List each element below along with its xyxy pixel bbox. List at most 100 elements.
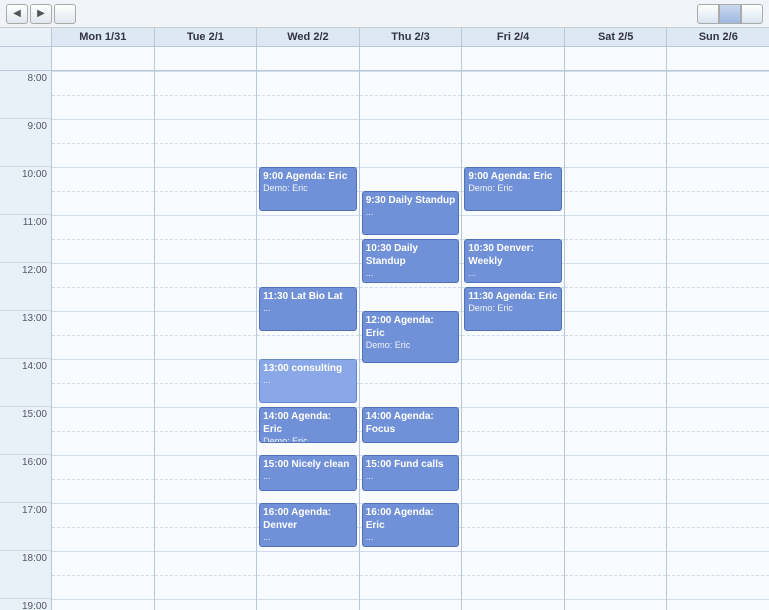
half-hour-line-1-3 [155,239,257,240]
allday-cell-3 [360,47,463,70]
hour-line-3-11 [360,599,462,600]
hour-line-1-3 [155,215,257,216]
event-time-title-2-8: 13:00 consulting [263,362,353,375]
event-3-12[interactable]: 15:00 Fund calls... [362,455,460,491]
view-switcher [697,4,763,24]
half-hour-line-5-2 [565,191,667,192]
hour-line-4-10 [462,551,564,552]
event-sub-4-1: Demo: Eric [468,183,558,195]
prev-button[interactable]: ◀ [6,4,28,24]
half-hour-line-0-2 [52,191,154,192]
event-sub-3-3: ... [366,268,456,280]
hour-line-2-4 [257,263,359,264]
event-2-0[interactable]: 9:00 Agenda: EricDemo: Eric [259,167,357,211]
hour-line-1-6 [155,359,257,360]
hour-line-1-10 [155,551,257,552]
half-hour-line-4-0 [462,95,564,96]
day-columns: 9:00 Agenda: EricDemo: Eric11:30 Lat Bio… [52,71,769,610]
hour-line-3-0 [360,71,462,72]
time-label-17:00: 17:00 [0,503,51,551]
event-3-7[interactable]: 12:00 Agenda: EricDemo: Eric [362,311,460,363]
day-col-0 [52,71,155,610]
next-button[interactable]: ▶ [30,4,52,24]
day-col-2: 9:00 Agenda: EricDemo: Eric11:30 Lat Bio… [257,71,360,610]
time-label-16:00: 16:00 [0,455,51,503]
allday-row [0,47,769,71]
event-sub-3-7: Demo: Eric [366,340,456,352]
time-labels: 8:009:0010:0011:0012:0013:0014:0015:0016… [0,71,52,610]
half-hour-line-6-7 [667,431,769,432]
nav-controls: ◀ ▶ [6,4,76,24]
event-3-2[interactable]: 9:30 Daily Standup... [362,191,460,235]
event-sub-2-9: Demo: Eric [263,436,353,443]
event-2-8[interactable]: 13:00 consulting... [259,359,357,403]
half-hour-line-0-9 [52,527,154,528]
event-2-9[interactable]: 14:00 Agenda: EricDemo: Eric [259,407,357,443]
hour-line-0-2 [52,167,154,168]
half-hour-line-5-3 [565,239,667,240]
half-hour-line-5-5 [565,335,667,336]
hour-line-4-8 [462,455,564,456]
event-sub-3-14: ... [366,532,456,544]
hour-line-6-6 [667,359,769,360]
event-time-title-3-3: 10:30 Daily Standup [366,242,456,268]
hour-line-0-7 [52,407,154,408]
hour-line-6-11 [667,599,769,600]
half-hour-line-6-5 [667,335,769,336]
hour-line-0-6 [52,359,154,360]
event-2-13[interactable]: 16:00 Agenda: Denver... [259,503,357,547]
event-time-title-2-9: 14:00 Agenda: Eric [263,410,353,436]
time-label-13:00: 13:00 [0,311,51,359]
time-label-18:00: 18:00 [0,551,51,599]
event-4-1[interactable]: 9:00 Agenda: EricDemo: Eric [464,167,562,211]
day-header-4: Fri 2/4 [462,28,565,46]
time-label-9:00: 9:00 [0,119,51,167]
hour-line-5-8 [565,455,667,456]
half-hour-line-5-9 [565,527,667,528]
hour-line-5-0 [565,71,667,72]
hour-line-1-0 [155,71,257,72]
allday-label [0,47,52,70]
half-hour-line-5-4 [565,287,667,288]
half-hour-line-6-6 [667,383,769,384]
time-label-12:00: 12:00 [0,263,51,311]
hour-line-4-6 [462,359,564,360]
half-hour-line-6-9 [667,527,769,528]
event-time-title-2-0: 9:00 Agenda: Eric [263,170,353,183]
half-hour-line-1-10 [155,575,257,576]
day-view-button[interactable] [741,4,763,24]
event-time-title-3-10: 14:00 Agenda: Focus [366,410,456,436]
half-hour-line-1-4 [155,287,257,288]
event-4-4[interactable]: 10:30 Denver: Weekly... [464,239,562,283]
event-3-14[interactable]: 16:00 Agenda: Eric... [362,503,460,547]
half-hour-line-1-8 [155,479,257,480]
event-sub-4-6: Demo: Eric [468,303,558,315]
hour-line-0-3 [52,215,154,216]
event-2-11[interactable]: 15:00 Nicely clean... [259,455,357,491]
event-4-6[interactable]: 11:30 Agenda: EricDemo: Eric [464,287,562,331]
today-button[interactable] [54,4,76,24]
hour-line-0-11 [52,599,154,600]
hour-line-6-10 [667,551,769,552]
hour-line-1-9 [155,503,257,504]
calendar-grid: Mon 1/31Tue 2/1Wed 2/2Thu 2/3Fri 2/4Sat … [0,28,769,610]
time-grid-wrapper[interactable]: 8:009:0010:0011:0012:0013:0014:0015:0016… [0,71,769,610]
event-3-3[interactable]: 10:30 Daily Standup... [362,239,460,283]
half-hour-line-5-8 [565,479,667,480]
half-hour-line-6-3 [667,239,769,240]
hour-line-6-3 [667,215,769,216]
half-hour-line-1-1 [155,143,257,144]
event-sub-2-8: ... [263,375,353,387]
hour-line-1-7 [155,407,257,408]
half-hour-line-2-0 [257,95,359,96]
hour-line-2-10 [257,551,359,552]
month-view-button[interactable] [697,4,719,24]
week-view-button[interactable] [719,4,741,24]
hour-line-0-0 [52,71,154,72]
event-2-5[interactable]: 11:30 Lat Bio Lat... [259,287,357,331]
half-hour-line-6-2 [667,191,769,192]
time-label-11:00: 11:00 [0,215,51,263]
event-3-10[interactable]: 14:00 Agenda: Focus... [362,407,460,443]
half-hour-line-3-1 [360,143,462,144]
half-hour-line-0-6 [52,383,154,384]
